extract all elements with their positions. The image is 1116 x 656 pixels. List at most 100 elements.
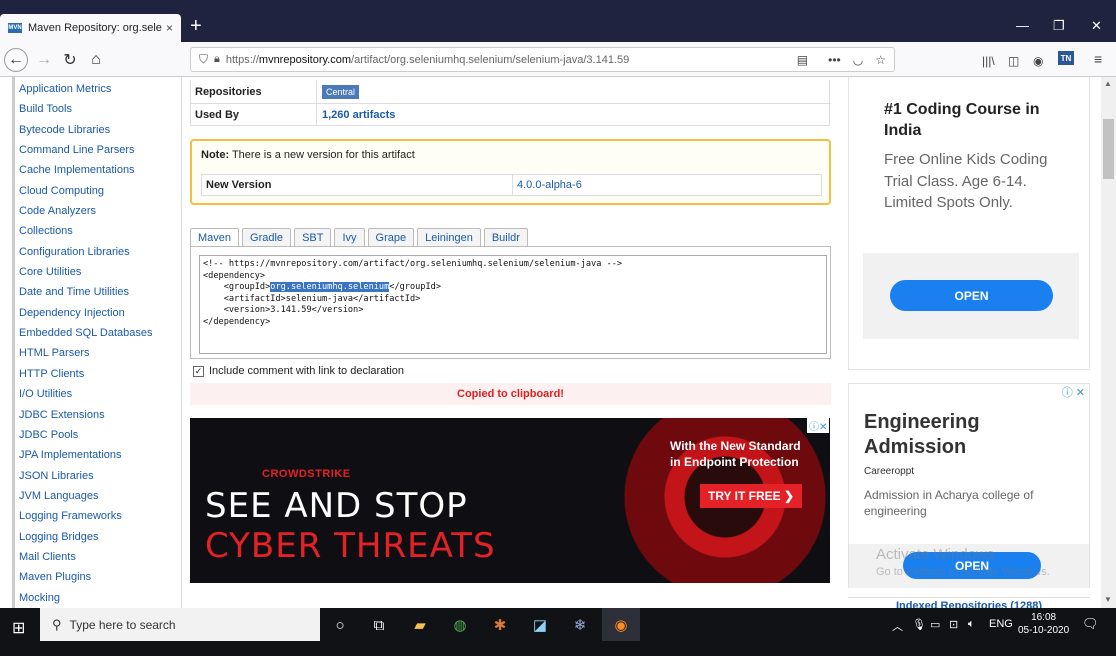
tab-sbt[interactable]: SBT (294, 228, 332, 246)
ad1-open-button[interactable]: OPEN (890, 280, 1053, 311)
reload-button[interactable]: ↻ (58, 48, 82, 72)
restore-icon[interactable]: ❐ (1053, 18, 1065, 34)
page-scrollbar[interactable]: ▲ ▼ (1101, 77, 1116, 608)
category-link[interactable]: Bytecode Libraries (19, 123, 153, 143)
category-link[interactable]: Cache Implementations (19, 163, 153, 183)
category-link[interactable]: Command Line Parsers (19, 143, 153, 163)
menu-icon[interactable]: ≡ (1094, 51, 1102, 67)
category-link[interactable]: Configuration Libraries (19, 245, 153, 265)
tab-maven[interactable]: Maven (190, 228, 240, 246)
adchoices-icon[interactable]: ⓘ✕ (807, 418, 830, 433)
scroll-up-icon[interactable]: ▲ (1104, 79, 1112, 88)
clock[interactable]: 16:08 05-10-2020 (1018, 611, 1069, 637)
lock-icon[interactable]: 🔒︎ (214, 53, 220, 66)
forward-button[interactable]: → (32, 48, 56, 72)
category-link[interactable]: Cloud Computing (19, 184, 153, 204)
category-link[interactable]: HTTP Clients (19, 367, 153, 387)
include-comment-checkbox[interactable]: ✓ (193, 365, 204, 377)
category-link[interactable]: Maven Plugins (19, 570, 153, 590)
windows-start-icon[interactable]: ⊞ (12, 618, 25, 638)
tab-grape[interactable]: Grape (367, 228, 415, 246)
ad1-description: Free Online Kids Coding Trial Class. Age … (884, 151, 1048, 211)
volume-icon[interactable]: 🔈︎ (968, 618, 975, 631)
language-indicator[interactable]: ENG (989, 618, 1013, 630)
category-link[interactable]: Logging Bridges (19, 530, 153, 550)
show-hidden-icons-icon[interactable]: ︿ (892, 618, 903, 634)
dependency-snippet-textarea[interactable]: <!-- https://mvnrepository.com/artifact/… (199, 255, 827, 354)
adchoices-icon[interactable]: ⓘ ✕ (1062, 384, 1085, 400)
minimize-icon[interactable]: — (1016, 18, 1029, 33)
url-bar[interactable]: ⛉ 🔒︎ https://mvnrepository.com/artifact/… (190, 47, 895, 72)
app-icon[interactable]: ✱ (488, 614, 512, 636)
browser-tab[interactable]: MVN Maven Repository: org.selenium × (0, 14, 181, 42)
category-link[interactable]: Code Analyzers (19, 204, 153, 224)
home-button[interactable]: ⌂ (84, 48, 108, 72)
category-link[interactable]: I/O Utilities (19, 387, 153, 407)
pocket-icon[interactable]: ◡ (853, 53, 863, 67)
tab-buildr[interactable]: Buildr (483, 228, 528, 246)
new-tab-button[interactable]: + (190, 16, 202, 36)
category-link[interactable]: Dependency Injection (19, 306, 153, 326)
sidebar-divider (12, 77, 15, 608)
navigation-bar: ← → ↻ ⌂ ⛉ 🔒︎ https://mvnrepository.com/a… (0, 42, 1116, 77)
snowflake-app-icon[interactable]: ❄ (568, 614, 592, 636)
category-link[interactable]: JPA Implementations (19, 448, 153, 468)
category-link[interactable]: Collections (19, 224, 153, 244)
category-link[interactable]: HTML Parsers (19, 346, 153, 366)
browser-tab-bar: MVN Maven Repository: org.selenium × + —… (0, 0, 1116, 42)
category-link[interactable]: JDBC Extensions (19, 408, 153, 428)
coding-course-ad[interactable]: #1 Coding Course in India Free Online Kid… (848, 77, 1090, 370)
tab-leiningen[interactable]: Leiningen (417, 228, 481, 246)
include-comment-label: Include comment with link to declaration (209, 365, 405, 377)
category-link[interactable]: JVM Languages (19, 489, 153, 509)
new-version-link[interactable]: 4.0.0-alpha-6 (512, 175, 821, 195)
notifications-icon[interactable]: 🗨︎ (1082, 616, 1099, 632)
more-actions-icon[interactable]: ••• (828, 53, 841, 67)
back-button[interactable]: ← (4, 48, 28, 72)
category-link[interactable]: JSON Libraries (19, 469, 153, 489)
category-link[interactable]: Build Tools (19, 102, 153, 122)
repositories-label: Repositories (195, 85, 262, 98)
task-view-icon[interactable]: ⧉ (367, 614, 391, 636)
account-icon[interactable]: ◉ (1033, 54, 1043, 68)
crowdstrike-banner-ad[interactable]: CROWDSTRIKE SEE AND STOP CYBER THREATS W… (190, 418, 830, 583)
ad-tagline: With the New Standard in Endpoint Protect… (670, 439, 801, 469)
chrome-icon[interactable]: ◍ (448, 614, 472, 636)
category-link[interactable]: Core Utilities (19, 265, 153, 285)
sidebar-toggle-icon[interactable]: ◫ (1008, 54, 1019, 68)
category-link[interactable]: Date and Time Utilities (19, 285, 153, 305)
search-icon: ⚲ (52, 616, 62, 632)
library-icon[interactable]: |||\ (982, 54, 995, 68)
url-text[interactable]: https://mvnrepository.com/artifact/org.s… (226, 54, 785, 66)
tab-gradle[interactable]: Gradle (242, 228, 292, 246)
firefox-icon[interactable]: ◉ (609, 614, 633, 636)
app-icon-2[interactable]: ◪ (528, 614, 552, 636)
close-tab-icon[interactable]: × (166, 21, 173, 35)
bookmark-star-icon[interactable]: ☆ (875, 53, 886, 67)
include-comment-option[interactable]: ✓ Include comment with link to declarati… (193, 365, 404, 377)
battery-icon[interactable]: ▭ (930, 618, 940, 631)
category-link[interactable]: Application Metrics (19, 82, 153, 102)
cortana-icon[interactable]: ○ (328, 614, 352, 636)
file-explorer-icon[interactable]: ▰ (408, 614, 432, 636)
category-link[interactable]: Logging Frameworks (19, 509, 153, 529)
category-link[interactable]: Mail Clients (19, 550, 153, 570)
reader-view-icon[interactable]: ▤ (797, 53, 808, 67)
usedby-link[interactable]: 1,260 artifacts (322, 109, 395, 121)
try-it-free-button[interactable]: TRY IT FREE ❯ (700, 484, 803, 508)
indexed-repositories-link[interactable]: Indexed Repositories (1288) (848, 597, 1090, 608)
central-badge[interactable]: Central (322, 84, 360, 99)
microphone-icon[interactable]: 🎙︎ (912, 618, 926, 631)
close-window-icon[interactable]: ✕ (1091, 18, 1102, 34)
scroll-down-icon[interactable]: ▼ (1104, 595, 1112, 604)
tab-ivy[interactable]: Ivy (334, 228, 365, 246)
shield-icon[interactable]: ⛉ (199, 52, 208, 67)
category-link[interactable]: Mocking (19, 591, 153, 608)
extension-badge[interactable]: TN (1058, 51, 1074, 65)
windows-taskbar: ⊞ ⚲ Type here to search ○ ⧉ ▰ ◍ ✱ ◪ ❄ ◉ … (0, 608, 1116, 656)
scroll-thumb[interactable] (1103, 119, 1114, 179)
category-link[interactable]: Embedded SQL Databases (19, 326, 153, 346)
category-link[interactable]: JDBC Pools (19, 428, 153, 448)
network-icon[interactable]: ⊡ (949, 618, 958, 631)
taskbar-search-box[interactable]: ⚲ Type here to search (40, 608, 320, 641)
